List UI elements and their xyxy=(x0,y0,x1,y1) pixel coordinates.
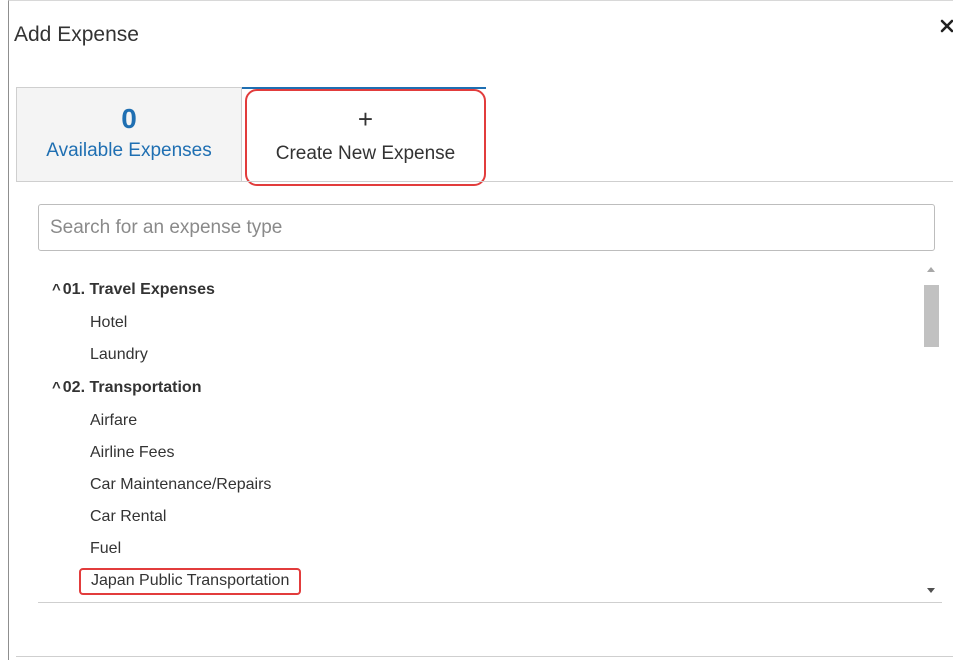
collapse-caret-icon: ^ xyxy=(52,281,61,298)
list-item-car-rental[interactable]: Car Rental xyxy=(90,508,166,526)
expense-type-search-input[interactable] xyxy=(38,204,935,251)
list-scrollbar[interactable] xyxy=(921,263,942,601)
group-label: 02. Transportation xyxy=(62,379,202,396)
scroll-up-arrow-icon[interactable] xyxy=(927,267,935,272)
list-item-airfare[interactable]: Airfare xyxy=(90,412,137,430)
dialog-bottom-border xyxy=(16,656,953,657)
list-item-hotel[interactable]: Hotel xyxy=(90,314,127,332)
close-icon[interactable] xyxy=(939,18,953,34)
list-item-car-maintenance-repairs[interactable]: Car Maintenance/Repairs xyxy=(90,476,271,494)
group-header-transportation[interactable]: ^ 02. Transportation xyxy=(52,379,201,397)
tab-create-new-expense[interactable]: + Create New Expense xyxy=(245,89,486,186)
list-item-airline-fees[interactable]: Airline Fees xyxy=(90,444,174,462)
group-label: 01. Travel Expenses xyxy=(62,281,215,298)
list-item-fuel[interactable]: Fuel xyxy=(90,540,121,558)
list-bottom-divider xyxy=(38,602,942,603)
expense-type-list: ^ 01. Travel Expenses Hotel Laundry ^ 02. … xyxy=(38,263,918,601)
scroll-down-arrow-icon[interactable] xyxy=(927,588,935,593)
collapse-caret-icon: ^ xyxy=(52,379,61,396)
list-item-japan-public-transportation[interactable]: Japan Public Transportation xyxy=(79,568,302,595)
tab-create-label: Create New Expense xyxy=(275,143,456,164)
available-count: 0 xyxy=(121,103,137,134)
tab-available-label: Available Expenses xyxy=(46,140,212,161)
list-item-laundry[interactable]: Laundry xyxy=(90,346,148,364)
add-expense-dialog: Add Expense 0 Available Expenses + Creat… xyxy=(8,0,953,660)
tab-available-expenses[interactable]: 0 Available Expenses xyxy=(16,87,242,182)
dialog-title: Add Expense xyxy=(14,23,139,46)
tabs-divider xyxy=(16,181,953,182)
group-header-travel-expenses[interactable]: ^ 01. Travel Expenses xyxy=(52,281,215,299)
scroll-thumb[interactable] xyxy=(924,285,939,347)
plus-icon: + xyxy=(357,104,374,134)
